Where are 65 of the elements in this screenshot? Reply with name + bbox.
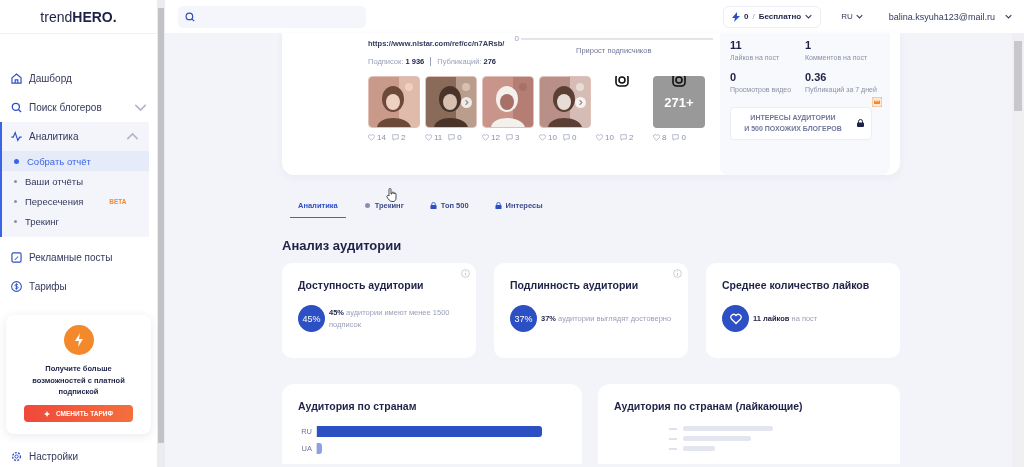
percent-badge: 37%: [510, 305, 537, 332]
gear-icon: [10, 450, 23, 463]
heart-icon: [729, 312, 742, 325]
nav-item[interactable]: Рекламные посты: [0, 243, 157, 272]
account-menu[interactable]: balina.ksyuha123@mail.ru: [882, 10, 1018, 23]
comment-count: 3: [505, 133, 520, 142]
axis-label: 0: [514, 34, 519, 43]
search-field[interactable]: [178, 5, 366, 28]
chevron-icon: [1005, 13, 1012, 20]
lightning-icon: [63, 325, 94, 356]
comment-count: 0: [562, 133, 577, 142]
plan-selector[interactable]: 0 / Бесплатно: [723, 5, 822, 28]
card-title: Аудитория по странам (лайкающие): [614, 400, 804, 412]
card-title: Среднее количество лайков: [722, 279, 871, 291]
nav-item[interactable]: Дашборд: [0, 64, 157, 93]
comment-count: 0: [448, 133, 462, 142]
nav-item[interactable]: Тарифы: [0, 272, 157, 301]
info-icon[interactable]: [673, 269, 682, 278]
metric-value: 11: [730, 39, 743, 51]
like-count: 14: [368, 133, 386, 142]
chevron-icon: [805, 13, 813, 20]
lock-icon: [429, 202, 437, 209]
language-selector[interactable]: RU: [835, 11, 869, 22]
nav-item[interactable]: Поиск блогеров: [0, 93, 157, 122]
scrollbar[interactable]: [157, 0, 165, 467]
nav-item[interactable]: Настройки: [0, 442, 157, 467]
nav-item[interactable]: Аналитика: [2, 122, 149, 151]
sparkle-icon: [44, 410, 50, 417]
camera-icon: [671, 76, 687, 88]
like-count: 11: [425, 133, 443, 142]
scrollbar[interactable]: [1012, 33, 1024, 467]
search-icon: [184, 10, 196, 23]
dollar-icon: [10, 280, 23, 293]
comment-count: 2: [391, 133, 406, 142]
like-count: 10: [539, 133, 557, 142]
hand-cursor-icon: [386, 188, 397, 202]
nav-subitem[interactable]: Трекинг: [2, 211, 149, 231]
metric-value: 0.36: [805, 71, 828, 83]
card-title: Доступность аудитории: [298, 279, 425, 291]
card-title: Подлинность аудитории: [510, 279, 640, 291]
metric-value: 1: [805, 39, 813, 51]
card-title: Аудитория по странам: [298, 400, 418, 412]
metric-value: 0: [730, 71, 738, 83]
comment-count: 2: [619, 133, 634, 142]
lock-icon: [494, 202, 502, 209]
chevron-icon: [855, 13, 863, 20]
percent-badge: 45%: [298, 305, 325, 332]
search-icon: [10, 101, 23, 114]
home-icon: [10, 72, 23, 85]
more-count: 271+: [663, 95, 695, 110]
crown-icon: [872, 97, 882, 107]
like-count: 12: [482, 133, 500, 142]
camera-icon: [614, 76, 630, 88]
nav-subitem[interactable]: Ваши отчёты: [2, 171, 149, 191]
dot-icon: [363, 202, 371, 209]
comment-count: 0: [672, 133, 686, 142]
lightning-icon: [732, 11, 740, 22]
info-icon[interactable]: [461, 269, 470, 278]
section-title: Анализ аудитории: [282, 238, 403, 253]
like-count: 10: [596, 133, 614, 142]
nav-subitem[interactable]: Собрать отчёт: [2, 151, 149, 171]
like-count: 8: [653, 133, 667, 142]
pencil-square-icon: [10, 251, 23, 264]
lock-icon: [857, 119, 864, 127]
pulse-icon: [10, 130, 23, 143]
